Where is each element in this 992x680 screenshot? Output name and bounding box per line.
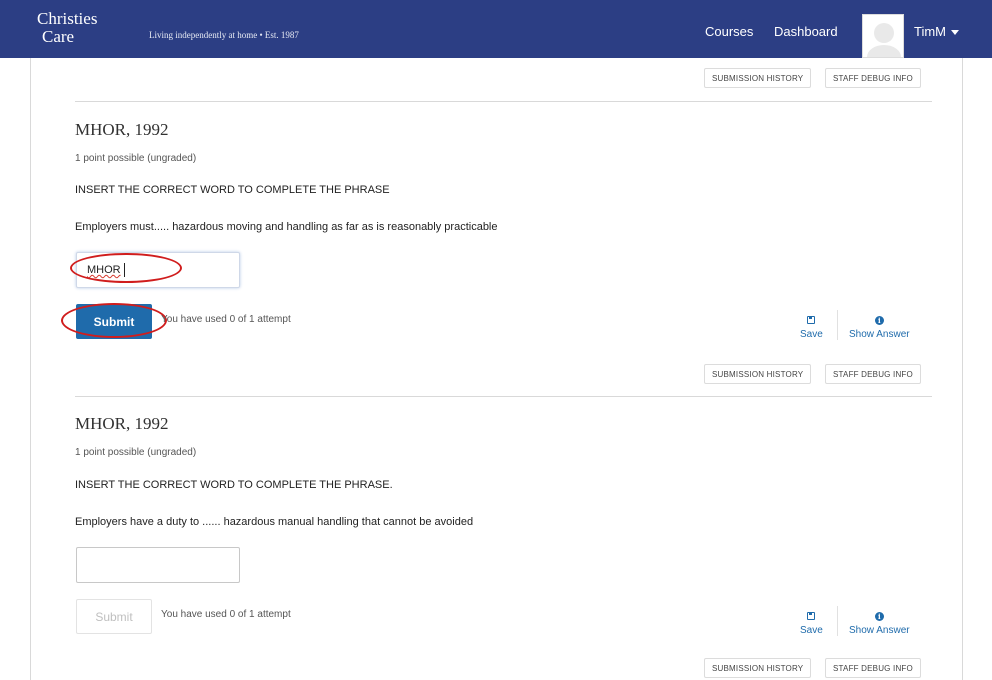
problem-instruction: INSERT THE CORRECT WORD TO COMPLETE THE … — [75, 479, 393, 491]
info-icon: i — [874, 611, 884, 621]
submission-history-button[interactable]: SUBMISSION HISTORY — [704, 364, 812, 384]
top-navigation-bar: Christies Care Living independently at h… — [0, 0, 992, 58]
save-label: Save — [800, 329, 823, 340]
attempts-counter: You have used 0 of 1 attempt — [161, 609, 291, 620]
action-separator — [837, 310, 838, 340]
submit-button[interactable]: Submit — [76, 599, 152, 634]
answer-input[interactable] — [76, 547, 240, 583]
answer-input-value: MHOR — [87, 264, 121, 276]
divider — [75, 396, 932, 397]
problem-title: MHOR, 1992 — [75, 414, 169, 433]
save-label: Save — [800, 625, 823, 636]
problem-text: Employers have a duty to ...... hazardou… — [75, 516, 474, 528]
show-answer-label: Show Answer — [849, 625, 910, 636]
action-separator — [837, 606, 838, 636]
info-icon: i — [874, 315, 884, 325]
save-button[interactable]: Save — [800, 611, 823, 636]
nav-courses-link[interactable]: Courses — [705, 24, 753, 39]
logo-line-2: Care — [42, 27, 75, 46]
answer-input[interactable]: MHOR — [76, 252, 240, 288]
username: TimM — [914, 24, 947, 39]
save-icon — [807, 316, 816, 324]
logo[interactable]: Christies Care — [37, 10, 127, 46]
avatar[interactable] — [862, 14, 904, 58]
problem-title: MHOR, 1992 — [75, 120, 169, 139]
problem-text: Employers must..... hazardous moving and… — [75, 221, 498, 233]
problem-points: 1 point possible (ungraded) — [75, 153, 197, 164]
save-button[interactable]: Save — [800, 315, 823, 340]
divider — [75, 101, 932, 102]
staff-debug-info-button[interactable]: STAFF DEBUG INFO — [825, 68, 921, 88]
submission-history-button[interactable]: SUBMISSION HISTORY — [704, 68, 812, 88]
avatar-head-shape — [874, 23, 894, 43]
content-frame-left-border — [30, 58, 31, 680]
tagline: Living independently at home • Est. 1987 — [149, 30, 299, 40]
save-icon — [807, 612, 816, 620]
staff-debug-info-button[interactable]: STAFF DEBUG INFO — [825, 658, 921, 678]
attempts-counter: You have used 0 of 1 attempt — [161, 314, 291, 325]
chevron-down-icon — [951, 30, 960, 35]
submission-history-button[interactable]: SUBMISSION HISTORY — [704, 658, 812, 678]
nav-dashboard-link[interactable]: Dashboard — [774, 24, 838, 39]
logo-line-1: Christies — [37, 9, 98, 28]
problem-points: 1 point possible (ungraded) — [75, 447, 197, 458]
avatar-body-shape — [867, 45, 901, 57]
user-menu[interactable]: TimM — [914, 24, 960, 39]
text-cursor — [123, 263, 125, 277]
show-answer-label: Show Answer — [849, 329, 910, 340]
submit-button[interactable]: Submit — [76, 304, 152, 339]
staff-debug-info-button[interactable]: STAFF DEBUG INFO — [825, 364, 921, 384]
show-answer-button[interactable]: i Show Answer — [849, 611, 910, 636]
show-answer-button[interactable]: i Show Answer — [849, 315, 910, 340]
problem-instruction: INSERT THE CORRECT WORD TO COMPLETE THE … — [75, 184, 390, 196]
content-frame-right-border — [962, 58, 963, 680]
